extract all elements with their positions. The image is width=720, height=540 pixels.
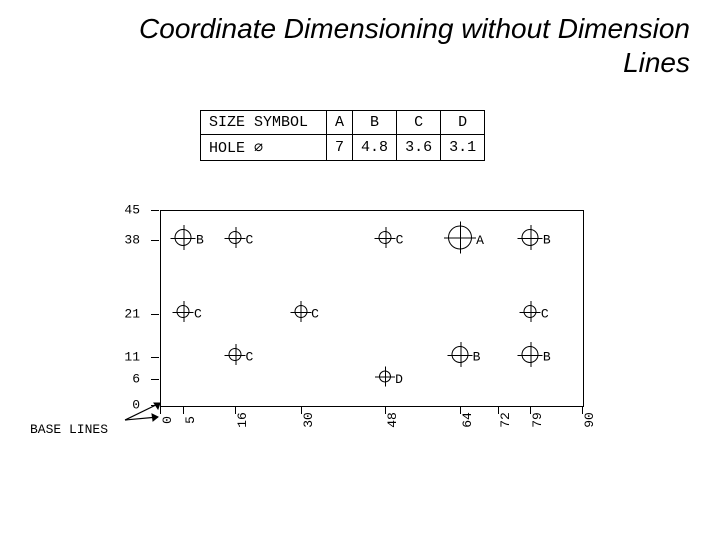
base-lines-label: BASE LINES: [30, 422, 108, 437]
hole-label: D: [395, 372, 403, 387]
y-tick: [151, 357, 159, 358]
table-header-label: SIZE SYMBOL: [201, 111, 327, 135]
x-tick: [530, 406, 531, 414]
y-tick: [151, 405, 159, 406]
hole-marker: B: [452, 346, 469, 368]
hole-marker: C: [229, 231, 242, 249]
table-diam-C: 3.6: [397, 135, 441, 161]
hole-marker: C: [229, 348, 242, 366]
base-lines-arrow-icon: [120, 395, 170, 425]
drawing-area: 4538211160 0516304864727990 BCCABCCCCBBD…: [90, 200, 630, 460]
y-tick-label: 11: [110, 350, 140, 365]
hole-label: C: [396, 233, 404, 248]
x-axis: 0516304864727990: [90, 412, 630, 452]
y-tick: [151, 379, 159, 380]
hole-marker: B: [175, 229, 192, 251]
hole-label: C: [541, 307, 549, 322]
x-tick: [498, 406, 499, 414]
table-row2-label: HOLE ⌀: [201, 135, 327, 161]
hole-label: C: [246, 233, 254, 248]
holes-layer: BCCABCCCCBBD: [160, 210, 582, 405]
hole-marker: D: [379, 371, 391, 388]
hole-marker: C: [524, 305, 537, 323]
x-tick: [385, 406, 386, 414]
hole-marker: C: [177, 305, 190, 323]
hole-label: B: [473, 350, 481, 365]
hole-marker: B: [522, 346, 539, 368]
x-tick-label: 90: [582, 412, 597, 428]
hole-marker: B: [522, 229, 539, 251]
x-tick-label: 79: [530, 412, 545, 428]
y-tick-label: 21: [110, 307, 140, 322]
hole-label: C: [194, 307, 202, 322]
hole-label: B: [196, 233, 204, 248]
x-tick-label: 64: [460, 412, 475, 428]
x-tick-label: 5: [183, 416, 198, 424]
x-tick: [460, 406, 461, 414]
table-diam-B: 4.8: [353, 135, 397, 161]
x-tick-label: 48: [385, 412, 400, 428]
y-tick-label: 38: [110, 233, 140, 248]
hole-marker: C: [379, 231, 392, 249]
y-tick-label: 6: [110, 372, 140, 387]
x-tick-label: 30: [301, 412, 316, 428]
table-diam-D: 3.1: [441, 135, 485, 161]
table-col-C: C: [397, 111, 441, 135]
x-tick: [301, 406, 302, 414]
table-col-D: D: [441, 111, 485, 135]
hole-label: C: [246, 350, 254, 365]
table-col-A: A: [327, 111, 353, 135]
table-diam-A: 7: [327, 135, 353, 161]
size-table: SIZE SYMBOL A B C D HOLE ⌀ 7 4.8 3.6 3.1: [200, 110, 485, 161]
x-tick: [235, 406, 236, 414]
table-col-B: B: [353, 111, 397, 135]
hole-marker: A: [448, 226, 472, 255]
x-tick-label: 72: [498, 412, 513, 428]
hole-marker: C: [294, 305, 307, 323]
hole-label: A: [476, 233, 484, 248]
hole-label: C: [311, 307, 319, 322]
y-tick-label: 45: [110, 203, 140, 218]
x-tick-label: 16: [235, 412, 250, 428]
y-tick: [151, 314, 159, 315]
page-title: Coordinate Dimensioning without Dimensio…: [120, 12, 690, 79]
hole-label: B: [543, 233, 551, 248]
x-tick: [183, 406, 184, 414]
x-tick: [582, 406, 583, 414]
y-tick: [151, 240, 159, 241]
y-tick: [151, 210, 159, 211]
hole-label: B: [543, 350, 551, 365]
